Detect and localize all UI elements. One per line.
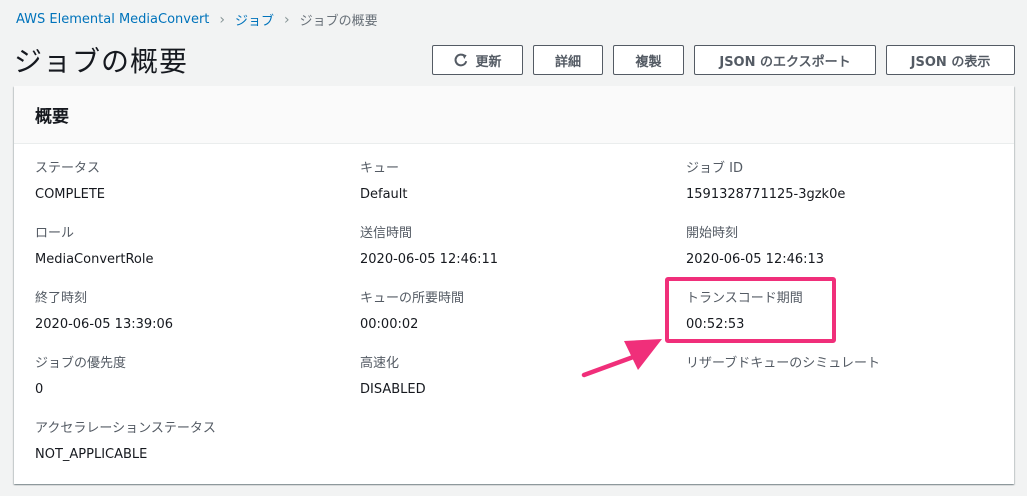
breadcrumb: AWS Elemental MediaConvert › ジョブ › ジョブの概… — [16, 10, 378, 30]
field-start-time: 開始時刻 2020-06-05 12:46:13 — [686, 225, 824, 269]
page-title: ジョブの概要 — [14, 45, 189, 78]
refresh-icon — [453, 52, 469, 68]
queue-value: Default — [360, 187, 408, 202]
reserved-queue-simulation-value — [686, 381, 880, 399]
export-json-button[interactable]: JSON のエクスポート — [694, 45, 876, 75]
priority-value: 0 — [35, 382, 44, 397]
field-finish-time: 終了時刻 2020-06-05 13:39:06 — [35, 290, 173, 334]
submit-time-value: 2020-06-05 12:46:11 — [360, 252, 499, 267]
summary-panel-header: 概要 — [14, 86, 1014, 144]
status-value: COMPLETE — [35, 187, 105, 202]
chevron-right-icon: › — [219, 11, 226, 28]
start-time-value: 2020-06-05 12:46:13 — [686, 252, 825, 267]
breadcrumb-mediaconvert-link[interactable]: AWS Elemental MediaConvert — [16, 12, 209, 27]
field-queue: キュー Default — [360, 160, 408, 204]
field-label: キューの所要時間 — [360, 291, 465, 306]
breadcrumb-jobs-link[interactable]: ジョブ — [235, 10, 274, 29]
field-label: 送信時間 — [360, 226, 413, 241]
field-role: ロール MediaConvertRole — [35, 225, 153, 269]
duplicate-button[interactable]: 複製 — [613, 45, 684, 75]
field-label: ステータス — [35, 161, 101, 176]
field-label: 開始時刻 — [686, 226, 739, 241]
field-label: ロール — [35, 226, 75, 241]
finish-time-value: 2020-06-05 13:39:06 — [35, 317, 174, 332]
breadcrumb-current: ジョブの概要 — [299, 14, 378, 29]
field-reserved-queue-simulation: リザーブドキューのシミュレート — [686, 355, 880, 399]
field-label: 終了時刻 — [35, 291, 88, 306]
toolbar: 更新 詳細 複製 JSON のエクスポート JSON の表示 — [432, 45, 1015, 75]
field-job-id: ジョブ ID 1591328771125-3gzk0e — [686, 160, 845, 204]
details-button[interactable]: 詳細 — [533, 45, 603, 75]
field-queue-duration: キューの所要時間 00:00:02 — [360, 290, 464, 334]
field-acceleration-status: アクセラレーションステータス NOT_APPLICABLE — [35, 420, 216, 464]
role-value: MediaConvertRole — [35, 252, 154, 267]
field-label: 高速化 — [360, 356, 400, 371]
highlight-box — [665, 277, 836, 343]
field-submit-time: 送信時間 2020-06-05 12:46:11 — [360, 225, 498, 269]
queue-duration-value: 00:00:02 — [360, 317, 419, 332]
summary-panel: 概要 ステータス COMPLETE キュー Default ジョブ ID 159… — [14, 86, 1014, 484]
refresh-button-label: 更新 — [475, 54, 502, 70]
acceleration-value: DISABLED — [360, 382, 426, 397]
field-label: キュー — [360, 161, 400, 176]
annotation-arrow-icon — [578, 334, 668, 386]
field-acceleration: 高速化 DISABLED — [360, 355, 426, 399]
refresh-button[interactable]: 更新 — [432, 45, 523, 75]
field-label: リザーブドキューのシミュレート — [686, 356, 880, 371]
job-id-value: 1591328771125-3gzk0e — [686, 187, 846, 202]
view-json-button[interactable]: JSON の表示 — [886, 45, 1015, 75]
summary-panel-title: 概要 — [35, 107, 69, 127]
field-label: ジョブの優先度 — [35, 356, 127, 371]
field-priority: ジョブの優先度 0 — [35, 355, 126, 399]
field-label: ジョブ ID — [686, 161, 743, 176]
acceleration-status-value: NOT_APPLICABLE — [35, 447, 148, 462]
field-label: アクセラレーションステータス — [35, 421, 216, 436]
field-status: ステータス COMPLETE — [35, 160, 105, 204]
chevron-right-icon: › — [284, 11, 290, 28]
